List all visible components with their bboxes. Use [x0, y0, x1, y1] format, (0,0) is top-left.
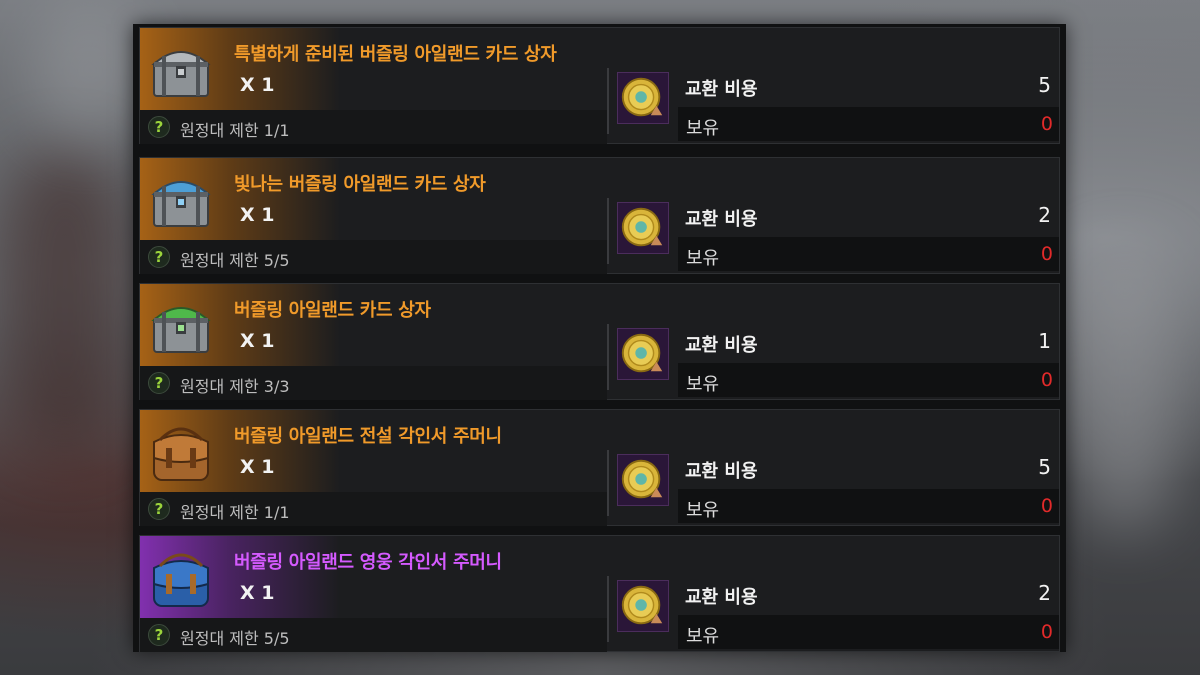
- limit-bar: ? 원정대 제한 1/1: [140, 492, 607, 526]
- item-quantity: X 1: [240, 204, 275, 226]
- shop-item-row[interactable]: 특별하게 준비된 버즐링 아일랜드 카드 상자 X 1 ? 원정대 제한 1/1…: [139, 27, 1060, 144]
- owned-value: 0: [1040, 243, 1053, 265]
- shop-item-row[interactable]: 빛나는 버즐링 아일랜드 카드 상자 X 1 ? 원정대 제한 5/5 교환 비…: [139, 157, 1060, 274]
- shop-item-row[interactable]: 버즐링 아일랜드 전설 각인서 주머니 X 1 ? 원정대 제한 1/1 교환 …: [139, 409, 1060, 526]
- help-icon[interactable]: ?: [148, 116, 170, 138]
- help-icon[interactable]: ?: [148, 246, 170, 268]
- owned-bar: 보유 0: [678, 489, 1059, 523]
- owned-value: 0: [1040, 621, 1053, 643]
- blue-chest-icon: [151, 181, 211, 227]
- item-name: 특별하게 준비된 버즐링 아일랜드 카드 상자: [234, 44, 557, 65]
- owned-label: 보유: [686, 118, 720, 139]
- expedition-limit: 원정대 제한 3/3: [180, 377, 290, 396]
- item-name: 빛나는 버즐링 아일랜드 카드 상자: [234, 174, 486, 195]
- owned-label: 보유: [686, 500, 720, 521]
- gold-island-coin-icon: [621, 585, 663, 625]
- cost-value: 2: [1038, 203, 1051, 227]
- item-name: 버즐링 아일랜드 전설 각인서 주머니: [234, 426, 502, 447]
- item-quantity: X 1: [240, 330, 275, 352]
- divider: [607, 198, 609, 264]
- limit-bar: ? 원정대 제한 1/1: [140, 110, 607, 144]
- background-shape: [0, 150, 130, 450]
- expedition-limit: 원정대 제한 1/1: [180, 121, 290, 140]
- help-icon[interactable]: ?: [148, 372, 170, 394]
- cost-label: 교환 비용: [685, 335, 758, 356]
- gold-island-coin-icon: [621, 207, 663, 247]
- cost-value: 1: [1038, 329, 1051, 353]
- gold-island-coin-icon: [621, 77, 663, 117]
- currency-slot: [617, 328, 669, 380]
- blue-pouch-icon: [153, 553, 209, 607]
- currency-slot: [617, 580, 669, 632]
- owned-bar: 보유 0: [678, 237, 1059, 271]
- cost-label: 교환 비용: [685, 209, 758, 230]
- owned-bar: 보유 0: [678, 363, 1059, 397]
- cost-label: 교환 비용: [685, 461, 758, 482]
- background-shape: [1070, 250, 1180, 530]
- owned-label: 보유: [686, 626, 720, 647]
- limit-bar: ? 원정대 제한 3/3: [140, 366, 607, 400]
- owned-label: 보유: [686, 248, 720, 269]
- gold-island-coin-icon: [621, 459, 663, 499]
- gold-island-coin-icon: [621, 333, 663, 373]
- owned-value: 0: [1040, 369, 1053, 391]
- divider: [607, 324, 609, 390]
- currency-slot: [617, 202, 669, 254]
- background-shape: [30, 0, 150, 140]
- item-name: 버즐링 아일랜드 카드 상자: [234, 300, 431, 321]
- item-quantity: X 1: [240, 456, 275, 478]
- owned-value: 0: [1040, 113, 1053, 135]
- help-icon[interactable]: ?: [148, 498, 170, 520]
- cost-label: 교환 비용: [685, 587, 758, 608]
- currency-slot: [617, 454, 669, 506]
- expedition-limit: 원정대 제한 1/1: [180, 503, 290, 522]
- cost-label: 교환 비용: [685, 79, 758, 100]
- item-name: 버즐링 아일랜드 영웅 각인서 주머니: [234, 552, 502, 573]
- owned-label: 보유: [686, 374, 720, 395]
- divider: [607, 576, 609, 642]
- cost-value: 5: [1038, 455, 1051, 479]
- expedition-limit: 원정대 제한 5/5: [180, 629, 290, 648]
- limit-bar: ? 원정대 제한 5/5: [140, 240, 607, 274]
- item-quantity: X 1: [240, 582, 275, 604]
- divider: [607, 68, 609, 134]
- silver-chest-icon: [151, 51, 211, 97]
- owned-value: 0: [1040, 495, 1053, 517]
- expedition-limit: 원정대 제한 5/5: [180, 251, 290, 270]
- limit-bar: ? 원정대 제한 5/5: [140, 618, 607, 652]
- brown-pouch-icon: [153, 427, 209, 481]
- exchange-shop-panel: 특별하게 준비된 버즐링 아일랜드 카드 상자 X 1 ? 원정대 제한 1/1…: [133, 24, 1066, 652]
- shop-item-row[interactable]: 버즐링 아일랜드 카드 상자 X 1 ? 원정대 제한 3/3 교환 비용 1 …: [139, 283, 1060, 400]
- divider: [607, 450, 609, 516]
- owned-bar: 보유 0: [678, 615, 1059, 649]
- shop-item-row[interactable]: 버즐링 아일랜드 영웅 각인서 주머니 X 1 ? 원정대 제한 5/5 교환 …: [139, 535, 1060, 652]
- cost-value: 2: [1038, 581, 1051, 605]
- cost-value: 5: [1038, 73, 1051, 97]
- help-icon[interactable]: ?: [148, 624, 170, 646]
- currency-slot: [617, 72, 669, 124]
- item-quantity: X 1: [240, 74, 275, 96]
- owned-bar: 보유 0: [678, 107, 1059, 141]
- green-chest-icon: [151, 307, 211, 353]
